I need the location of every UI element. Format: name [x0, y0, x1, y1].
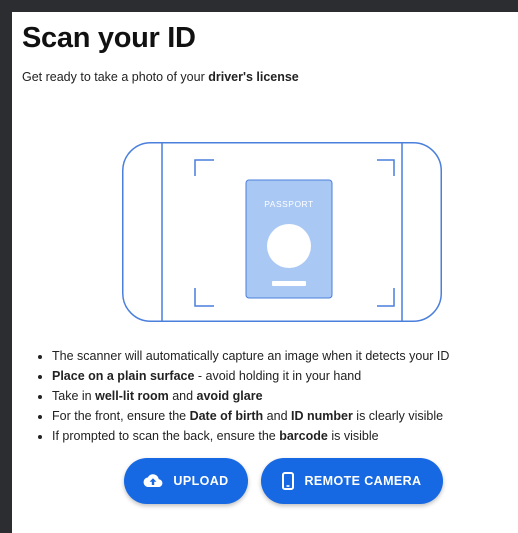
scan-tip-emphasis: barcode	[279, 429, 328, 443]
scan-tip-item: Take in well-lit room and avoid glare	[52, 386, 449, 406]
corner-bracket-bottom-right	[377, 288, 395, 307]
cloud-upload-icon	[143, 473, 163, 489]
corner-bracket-top-right	[377, 159, 395, 176]
scan-tip-emphasis: well-lit room	[95, 389, 169, 403]
passport-name-line	[272, 281, 306, 286]
upload-button-label: UPLOAD	[173, 474, 229, 488]
scan-tip-item: For the front, ensure the Date of birth …	[52, 406, 449, 426]
remote-camera-button[interactable]: REMOTE CAMERA	[261, 458, 443, 504]
corner-bracket-bottom-left	[194, 288, 214, 307]
passport-card-label: PASSPORT	[264, 199, 314, 209]
scan-tip-item: The scanner will automatically capture a…	[52, 346, 449, 366]
phone-icon	[282, 472, 295, 490]
scan-frame-illustration: PASSPORT	[122, 142, 442, 322]
passport-photo-circle	[267, 224, 311, 268]
scan-tip-text: - avoid holding it in your hand	[194, 369, 362, 383]
scan-tip-text: Take in	[52, 389, 96, 403]
page-subtitle: Get ready to take a photo of your driver…	[22, 70, 299, 84]
scan-tip-emphasis: ID number	[291, 409, 353, 423]
subtitle-text: Get ready to take a photo of your	[22, 70, 209, 84]
scan-tip-item: If prompted to scan the back, ensure the…	[52, 426, 449, 446]
subtitle-document-type: driver's license	[208, 70, 299, 84]
scan-tip-text: and	[168, 389, 197, 403]
page-title: Scan your ID	[22, 22, 196, 54]
scan-tip-text: is clearly visible	[352, 409, 444, 423]
scan-tip-text: The scanner will automatically capture a…	[52, 349, 450, 363]
scan-tip-text: If prompted to scan the back, ensure the	[52, 429, 280, 443]
scan-tip-text: For the front, ensure the	[52, 409, 190, 423]
scan-tip-item: Place on a plain surface - avoid holding…	[52, 366, 449, 386]
remote-camera-button-label: REMOTE CAMERA	[304, 474, 422, 488]
scan-id-panel: Scan your ID Get ready to take a photo o…	[12, 12, 518, 533]
scan-tip-emphasis: Place on a plain surface	[52, 369, 195, 383]
scan-tip-emphasis: Date of birth	[189, 409, 264, 423]
corner-bracket-top-left	[194, 159, 214, 176]
scan-tip-text: is visible	[327, 429, 379, 443]
scan-tips-list: The scanner will automatically capture a…	[36, 346, 449, 446]
scan-tip-emphasis: avoid glare	[196, 389, 263, 403]
scan-tip-text: and	[263, 409, 291, 423]
upload-button[interactable]: UPLOAD	[124, 458, 248, 504]
